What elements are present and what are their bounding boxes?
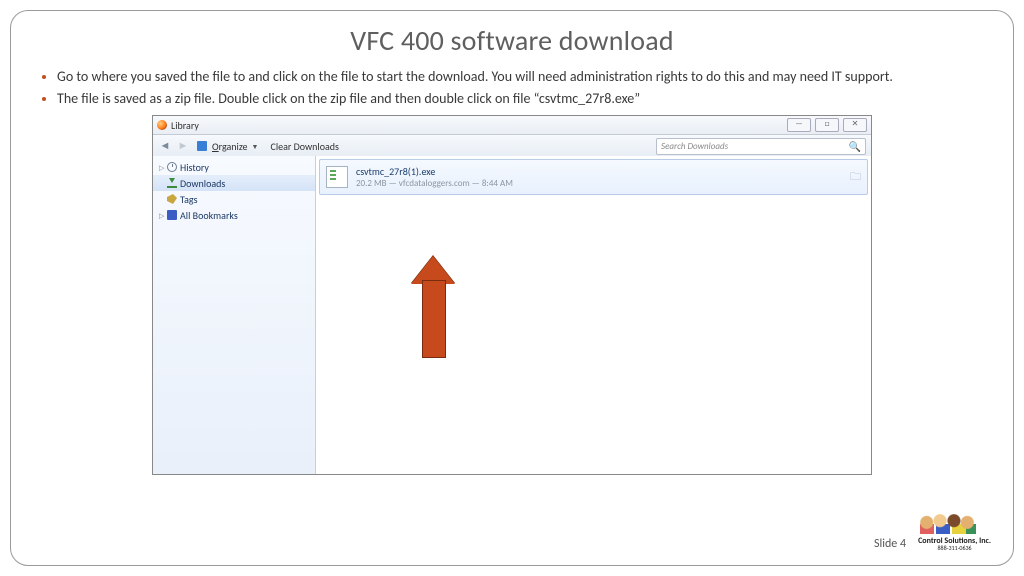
tags-icon <box>167 194 177 204</box>
organize-menu[interactable]: Organize <box>212 140 248 153</box>
close-button[interactable]: ✕ <box>843 118 867 132</box>
downloads-icon <box>167 178 177 188</box>
open-folder-icon[interactable]: 🗀 <box>850 168 861 187</box>
download-info: csvtmc_27r8(1).exe 20.2 MB — vfcdatalogg… <box>356 165 513 189</box>
sidebar-item-history[interactable]: ▷ History <box>153 159 315 175</box>
search-icon: 🔍 <box>849 140 861 153</box>
window-buttons-group: — □ ✕ <box>787 118 867 132</box>
back-button[interactable]: ◄ <box>158 139 172 153</box>
download-row[interactable]: csvtmc_27r8(1).exe 20.2 MB — vfcdatalogg… <box>319 159 868 195</box>
bookmarks-icon <box>167 210 177 220</box>
slide-number: Slide 4 <box>874 537 906 551</box>
sidebar-label-downloads: Downloads <box>180 177 225 190</box>
sidebar-label-history: History <box>180 161 209 174</box>
expand-icon: ▷ <box>159 163 167 172</box>
history-icon <box>167 162 177 172</box>
library-title-text: Library <box>171 119 199 132</box>
sidebar-item-bookmarks[interactable]: ▷ All Bookmarks <box>153 207 315 223</box>
search-placeholder: Search Downloads <box>661 141 728 152</box>
forward-button[interactable]: ► <box>176 139 190 153</box>
file-thumbnail-icon <box>326 166 348 188</box>
clear-downloads-button[interactable]: Clear Downloads <box>270 140 338 153</box>
library-toolbar: ◄ ► Organize ▼ Clear Downloads Search Do… <box>153 135 871 158</box>
download-filename: csvtmc_27r8(1).exe <box>356 165 513 178</box>
slide-footer: Slide 4 Control Solutions, Inc. 888-311-… <box>874 502 991 551</box>
library-titlebar: Library — □ ✕ <box>153 116 871 135</box>
sidebar-label-bookmarks: All Bookmarks <box>180 209 238 222</box>
bullet-list: Go to where you saved the file to and cl… <box>41 68 991 107</box>
organize-dropdown-icon[interactable]: ▼ <box>252 142 259 151</box>
bullet-1: Go to where you saved the file to and cl… <box>57 68 991 86</box>
library-body: ▷ History Downloads Tags ▷ All <box>153 156 871 474</box>
sidebar-item-downloads[interactable]: Downloads <box>153 175 315 191</box>
slide-title: VFC 400 software download <box>33 23 991 58</box>
library-sidebar: ▷ History Downloads Tags ▷ All <box>153 156 316 474</box>
sidebar-item-tags[interactable]: Tags <box>153 191 315 207</box>
logo-graphic <box>918 502 976 536</box>
company-logo: Control Solutions, Inc. 888-311-0636 <box>918 502 991 551</box>
search-input[interactable]: Search Downloads 🔍 <box>656 138 866 155</box>
library-window: Library — □ ✕ ◄ ► Organize ▼ Clear Downl… <box>152 115 872 475</box>
organize-icon <box>197 141 207 151</box>
minimize-button[interactable]: — <box>787 118 811 132</box>
downloads-list: csvtmc_27r8(1).exe 20.2 MB — vfcdatalogg… <box>316 156 871 474</box>
expand-icon: ▷ <box>159 211 167 220</box>
download-meta: 20.2 MB — vfcdataloggers.com — 8:44 AM <box>356 178 513 189</box>
bullet-2: The file is saved as a zip file. Double … <box>57 90 991 108</box>
sidebar-label-tags: Tags <box>180 193 198 206</box>
maximize-button[interactable]: □ <box>815 118 839 132</box>
slide-frame: VFC 400 software download Go to where yo… <box>10 10 1014 566</box>
firefox-icon <box>157 120 167 130</box>
